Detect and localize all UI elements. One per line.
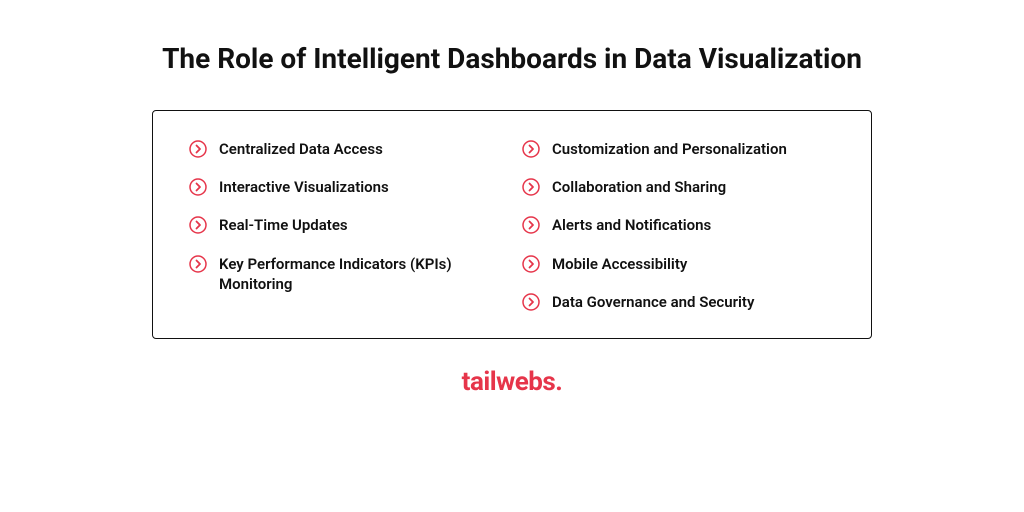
feature-label: Collaboration and Sharing <box>552 177 726 197</box>
feature-item: Centralized Data Access <box>189 139 502 159</box>
feature-item: Customization and Personalization <box>522 139 835 159</box>
chevron-right-icon <box>189 178 207 196</box>
feature-item: Alerts and Notifications <box>522 215 835 235</box>
feature-item: Mobile Accessibility <box>522 254 835 274</box>
right-column: Customization and Personalization Collab… <box>522 139 835 312</box>
left-column: Centralized Data Access Interactive Visu… <box>189 139 502 312</box>
page-title: The Role of Intelligent Dashboards in Da… <box>162 40 862 78</box>
feature-label: Alerts and Notifications <box>552 215 711 235</box>
chevron-right-icon <box>189 140 207 158</box>
chevron-right-icon <box>522 178 540 196</box>
feature-item: Real-Time Updates <box>189 215 502 235</box>
chevron-right-icon <box>189 255 207 273</box>
chevron-right-icon <box>522 293 540 311</box>
chevron-right-icon <box>189 216 207 234</box>
feature-item: Collaboration and Sharing <box>522 177 835 197</box>
feature-label: Mobile Accessibility <box>552 254 687 274</box>
chevron-right-icon <box>522 216 540 234</box>
feature-label: Real-Time Updates <box>219 215 348 235</box>
feature-item: Data Governance and Security <box>522 292 835 312</box>
chevron-right-icon <box>522 255 540 273</box>
feature-label: Data Governance and Security <box>552 292 754 312</box>
feature-label: Customization and Personalization <box>552 139 787 159</box>
brand-logo: tailwebs. <box>462 367 563 397</box>
feature-label: Interactive Visualizations <box>219 177 389 197</box>
features-box: Centralized Data Access Interactive Visu… <box>152 110 872 339</box>
feature-item: Interactive Visualizations <box>189 177 502 197</box>
feature-label: Centralized Data Access <box>219 139 383 159</box>
feature-label: Key Performance Indicators (KPIs) Monito… <box>219 254 502 295</box>
feature-item: Key Performance Indicators (KPIs) Monito… <box>189 254 502 295</box>
chevron-right-icon <box>522 140 540 158</box>
